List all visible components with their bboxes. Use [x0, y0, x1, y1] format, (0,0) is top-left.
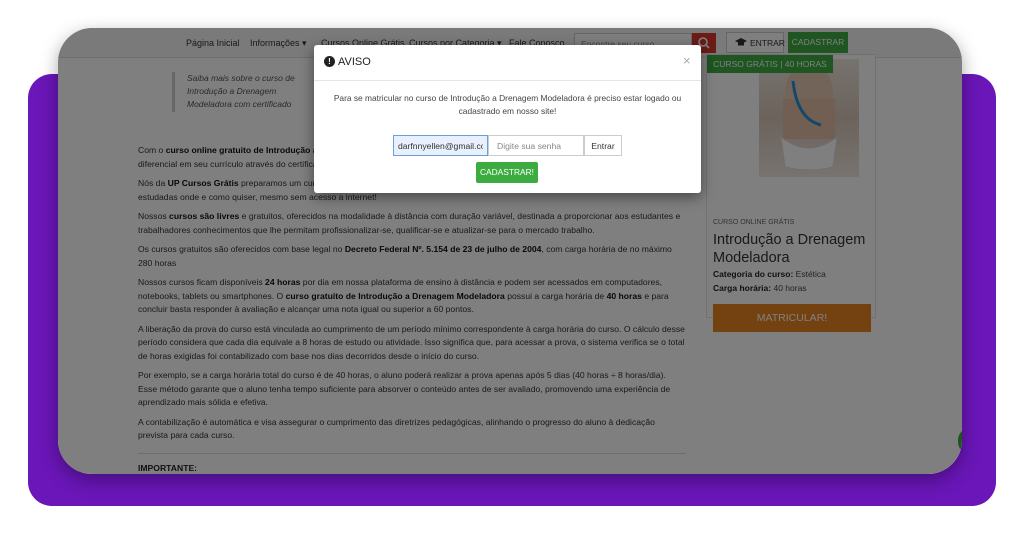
email-field[interactable] [393, 135, 488, 156]
modal-register-button[interactable]: CADASTRAR! [476, 162, 538, 183]
modal-login-button[interactable]: Entrar [584, 135, 622, 156]
modal-header: ! AVISO × [314, 45, 701, 81]
modal-title: AVISO [338, 56, 371, 68]
warning-modal: ! AVISO × Para se matricular no curso de… [314, 45, 701, 193]
password-field[interactable] [488, 135, 584, 156]
device-frame: Página Inicial Informações ▾ Cursos Onli… [58, 28, 962, 474]
website: Página Inicial Informações ▾ Cursos Onli… [58, 28, 962, 474]
modal-message: Para se matricular no curso de Introduçã… [333, 93, 682, 116]
close-icon[interactable]: × [683, 53, 691, 68]
screenshot-stage: Página Inicial Informações ▾ Cursos Onli… [0, 0, 1024, 536]
exclamation-icon: ! [324, 56, 335, 67]
